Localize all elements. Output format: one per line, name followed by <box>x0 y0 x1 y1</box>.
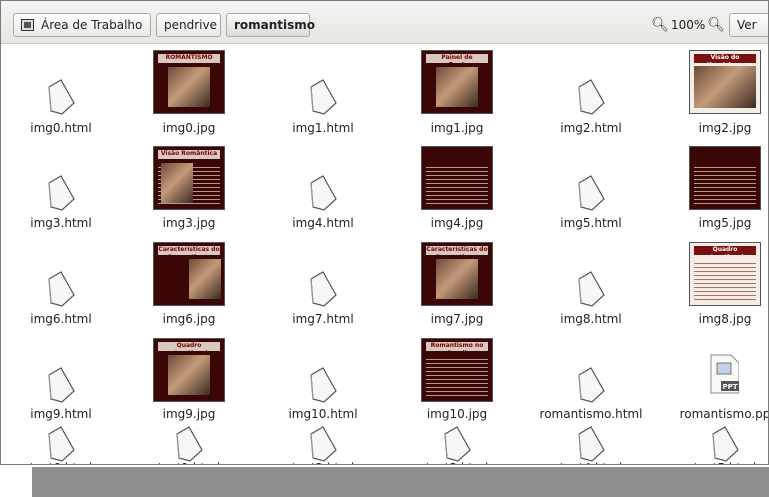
window-shadow <box>32 467 769 497</box>
file-name-label: img10.html <box>288 407 358 421</box>
zoom-out-icon[interactable]: 🔍︎ <box>651 13 669 37</box>
thumbnail-picture <box>168 67 210 107</box>
thumbnail-picture <box>436 67 478 107</box>
file-name-label: img7.html <box>292 312 354 326</box>
image-thumbnail: Visão Romântica <box>153 146 225 210</box>
file-name-label: img4.jpg <box>430 216 484 230</box>
file-name-label: romantismo.pp <box>679 407 769 421</box>
file-name-label: img2.html <box>560 121 622 135</box>
location-toolbar: Área de Trabalho pendrive romantismo 🔍︎ … <box>1 1 768 44</box>
thumbnail-title: Visão Romântica <box>158 150 220 160</box>
file-name-label: img0.jpg <box>162 121 216 135</box>
file-name-label: text0.html <box>1 461 121 464</box>
file-name-label: romantismo.html <box>539 407 643 421</box>
image-thumbnail <box>421 146 493 210</box>
thumbnail-text-lines <box>694 164 756 205</box>
file-name-label: img10.jpg <box>426 407 488 421</box>
html-file-icon <box>578 271 605 307</box>
file-name-label: img6.html <box>30 312 92 326</box>
file-name-label: img8.jpg <box>698 312 752 326</box>
thumbnail-picture <box>694 65 756 109</box>
html-file-icon <box>48 79 75 115</box>
file-name-label: img8.html <box>560 312 622 326</box>
thumbnail-title: Painel de reflexões <box>426 54 488 64</box>
file-name-label: img9.html <box>30 407 92 421</box>
file-grid: img0.html ROMANTISMO img0.jpg img1.html Pain… <box>1 44 769 464</box>
html-file-icon <box>712 426 739 462</box>
html-file-icon <box>578 175 605 211</box>
file-manager-window: Área de Trabalho pendrive romantismo 🔍︎ … <box>0 0 769 465</box>
image-thumbnail: Quadro contrastivo das literaturas Cláss… <box>153 338 225 402</box>
file-name-label: img3.jpg <box>162 216 216 230</box>
thumbnail-title: Quadro contrastivo das literaturas Cláss… <box>158 342 220 352</box>
file-name-label: img9.jpg <box>162 407 216 421</box>
html-file-icon <box>48 271 75 307</box>
file-name-label: img0.html <box>30 121 92 135</box>
file-name-label: text3.html <box>397 461 517 464</box>
thumbnail-title: ROMANTISMO <box>158 54 220 64</box>
file-name-label: text4.html <box>531 461 651 464</box>
crumb-desktop-label: Área de Trabalho <box>41 18 143 32</box>
thumbnail-title: Quadro contrastivo das literaturas Cláss… <box>694 246 756 256</box>
thumbnail-text-lines <box>426 164 488 205</box>
html-file-icon <box>578 367 605 403</box>
file-name-label: img5.html <box>560 216 622 230</box>
file-name-label: text2.html <box>263 461 383 464</box>
thumbnail-title: Características do Romantismo <box>158 246 220 256</box>
thumbnail-picture <box>161 162 193 203</box>
view-button-label: Ver <box>737 18 757 32</box>
file-name-label: img6.jpg <box>162 312 216 326</box>
file-name-label: img1.html <box>292 121 354 135</box>
html-file-icon <box>310 367 337 403</box>
image-thumbnail: Características do Romantismo <box>153 242 225 306</box>
html-file-icon <box>310 426 337 462</box>
file-name-label: img2.jpg <box>698 121 752 135</box>
image-thumbnail: ROMANTISMO <box>153 50 225 114</box>
image-thumbnail: Visão do Classicismo <box>689 50 761 114</box>
file-name-label: text1.html <box>129 461 249 464</box>
image-thumbnail: Painel de reflexões <box>421 50 493 114</box>
html-file-icon <box>578 79 605 115</box>
thumbnail-title: Visão do Classicismo <box>694 54 756 64</box>
html-file-icon <box>310 175 337 211</box>
crumb-romantismo[interactable]: romantismo <box>226 13 315 37</box>
thumbnail-picture <box>436 259 478 299</box>
thumbnail-title: Características do Romantismo <box>426 246 488 256</box>
html-file-icon <box>48 426 75 462</box>
image-thumbnail: Características do Romantismo <box>421 242 493 306</box>
crumb-desktop[interactable]: Área de Trabalho <box>13 13 151 37</box>
file-name-label: img3.html <box>30 216 92 230</box>
image-thumbnail: Quadro contrastivo das literaturas Cláss… <box>689 242 761 306</box>
ppt-badge-label: PPT <box>722 383 737 391</box>
file-name-label: text5.html <box>665 461 768 464</box>
html-file-icon <box>310 271 337 307</box>
file-name-label: img4.html <box>292 216 354 230</box>
presentation-file-icon: PPT <box>710 354 739 394</box>
file-name-label: img1.jpg <box>430 121 484 135</box>
zoom-in-icon[interactable]: 🔍︎ <box>707 13 725 37</box>
zoom-level: 100% <box>671 18 706 32</box>
file-name-label: img7.jpg <box>430 312 484 326</box>
html-file-icon <box>176 426 203 462</box>
thumbnail-picture <box>168 355 210 395</box>
thumbnail-text-lines <box>694 260 756 301</box>
image-thumbnail: Romantismo no Brasil <box>421 338 493 402</box>
crumb-romantismo-label: romantismo <box>234 18 316 32</box>
html-file-icon <box>48 367 75 403</box>
desktop-icon <box>21 19 34 31</box>
crumb-pendrive-label: pendrive <box>164 18 217 32</box>
html-file-icon <box>48 175 75 211</box>
thumbnail-picture <box>189 259 222 299</box>
thumbnail-title: Romantismo no Brasil <box>426 342 488 352</box>
crumb-pendrive[interactable]: pendrive <box>156 13 221 37</box>
file-name-label: img5.jpg <box>698 216 752 230</box>
view-button[interactable]: Ver <box>729 13 768 37</box>
thumbnail-text-lines <box>426 356 488 397</box>
html-file-icon <box>444 426 471 462</box>
image-thumbnail <box>689 146 761 210</box>
html-file-icon <box>578 426 605 462</box>
html-file-icon <box>310 79 337 115</box>
